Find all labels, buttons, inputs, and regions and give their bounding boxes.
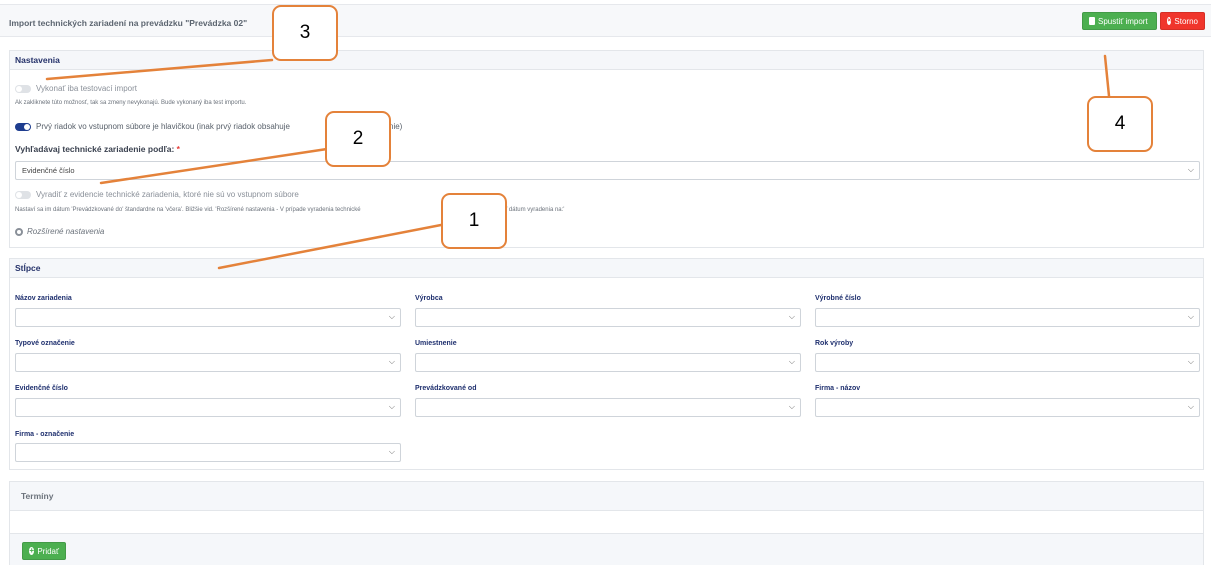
columns-panel: Stĺpce Názov zariadenia ⌵ Výrobca ⌵ Výro…: [9, 258, 1204, 470]
column-label-typove-oznacenie: Typové označenie: [15, 340, 75, 347]
add-term-button[interactable]: + Pridať: [22, 542, 66, 560]
chevron-down-icon: ⌵: [788, 357, 795, 366]
decommission-toggle[interactable]: [15, 191, 31, 199]
column-select-typove-oznacenie[interactable]: ⌵: [15, 353, 401, 372]
column-select-firma-nazov[interactable]: ⌵: [815, 398, 1200, 417]
test-import-label: Vykonať iba testovací import: [36, 84, 137, 93]
header-row-label-tail: nie): [389, 122, 403, 131]
settings-panel: Nastavenia Vykonať iba testovací import …: [9, 50, 1204, 248]
terms-panel: Termíny + Pridať: [9, 481, 1204, 565]
plus-circle-icon: +: [29, 546, 35, 555]
column-label-vyrobne-cislo: Výrobné číslo: [815, 295, 861, 302]
cancel-label: Storno: [1174, 16, 1198, 26]
decommission-hint: Nastaví sa im dátum 'Prevádzkované do' š…: [15, 207, 361, 213]
column-label-umiestnenie: Umiestnenie: [415, 340, 457, 347]
column-select-vyrobca[interactable]: ⌵: [415, 308, 801, 327]
column-select-umiestnenie[interactable]: ⌵: [415, 353, 801, 372]
chevron-down-icon: ⌵: [388, 402, 395, 411]
columns-title: Stĺpce: [10, 259, 1203, 278]
chevron-down-icon: ⌵: [788, 402, 795, 411]
cancel-button[interactable]: × Storno: [1160, 12, 1205, 30]
column-label-rok-vyroby: Rok výroby: [815, 340, 854, 347]
close-circle-icon: ×: [1167, 17, 1172, 25]
column-label-evidencne-cislo: Evidenčné číslo: [15, 385, 68, 392]
column-select-firma-oznacenie[interactable]: ⌵: [15, 443, 401, 462]
header-row-toggle[interactable]: [15, 123, 31, 131]
chevron-down-icon: ⌵: [1187, 312, 1194, 321]
chevron-down-icon: ⌵: [1187, 165, 1194, 174]
terms-title: Termíny: [10, 482, 1203, 511]
callout-3: 3: [272, 5, 338, 61]
test-import-toggle[interactable]: [15, 85, 31, 93]
start-import-label: Spustiť import: [1098, 16, 1148, 26]
search-by-value: Evidenčné číslo: [22, 166, 75, 175]
chevron-down-icon: ⌵: [1187, 402, 1194, 411]
column-select-evidencne-cislo[interactable]: ⌵: [15, 398, 401, 417]
chevron-down-icon: ⌵: [388, 357, 395, 366]
page-header-bar: Import technických zariadení na prevádzk…: [0, 4, 1211, 37]
file-icon: [1089, 17, 1095, 25]
advanced-settings-label: Rozšírené nastavenia: [27, 227, 105, 236]
column-label-firma-nazov: Firma - názov: [815, 385, 861, 392]
chevron-down-icon: ⌵: [388, 447, 395, 456]
search-by-label: Vyhľadávaj technické zariadenie podľa: *: [15, 144, 180, 154]
chevron-down-icon: ⌵: [388, 312, 395, 321]
column-select-prevadzkovane-od[interactable]: ⌵: [415, 398, 801, 417]
column-label-firma-oznacenie: Firma - označenie: [15, 431, 75, 438]
page-title: Import technických zariadení na prevádzk…: [9, 18, 248, 28]
test-import-hint: Ak zakliknete túto možnosť, tak sa zmeny…: [15, 100, 247, 106]
callout-1: 1: [441, 193, 507, 249]
decommission-hint-tail: ť dátum vyradenia na:': [505, 207, 565, 213]
search-by-select[interactable]: Evidenčné číslo ⌵: [15, 161, 1200, 180]
column-select-vyrobne-cislo[interactable]: ⌵: [815, 308, 1200, 327]
column-label-nazov-zariadenia: Názov zariadenia: [15, 295, 72, 302]
chevron-down-icon: ⌵: [1187, 357, 1194, 366]
column-select-nazov-zariadenia[interactable]: ⌵: [15, 308, 401, 327]
gears-icon: [15, 227, 23, 236]
header-row-label: Prvý riadok vo vstupnom súbore je hlavič…: [36, 122, 290, 131]
column-label-prevadzkovane-od: Prevádzkované od: [415, 385, 477, 392]
decommission-label: Vyradiť z evidencie technické zariadenia…: [36, 190, 299, 199]
terms-footer: + Pridať: [10, 533, 1203, 565]
start-import-button[interactable]: Spustiť import: [1082, 12, 1157, 30]
add-term-label: Pridať: [37, 546, 59, 556]
callout-2: 2: [325, 111, 391, 167]
column-label-vyrobca: Výrobca: [415, 295, 443, 302]
chevron-down-icon: ⌵: [788, 312, 795, 321]
callout-4: 4: [1087, 96, 1153, 152]
settings-title: Nastavenia: [10, 51, 1203, 70]
advanced-settings-link[interactable]: Rozšírené nastavenia: [15, 227, 104, 236]
column-select-rok-vyroby[interactable]: ⌵: [815, 353, 1200, 372]
